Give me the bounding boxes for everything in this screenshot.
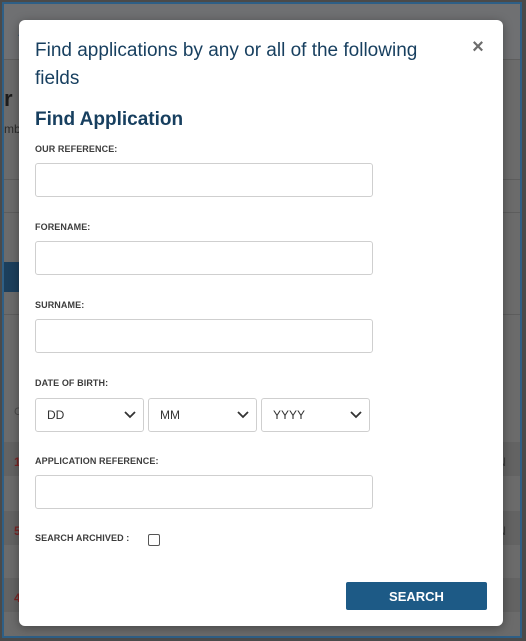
date-of-birth-label: DATE OF BIRTH: bbox=[35, 378, 109, 388]
dob-day-select[interactable]: DD bbox=[35, 398, 144, 432]
chevron-down-icon bbox=[237, 411, 249, 419]
chevron-down-icon bbox=[124, 411, 136, 419]
surname-input[interactable] bbox=[35, 319, 373, 353]
forename-input[interactable] bbox=[35, 241, 373, 275]
dob-year-select[interactable]: YYYY bbox=[261, 398, 370, 432]
forename-label: FORENAME: bbox=[35, 222, 91, 232]
our-reference-input[interactable] bbox=[35, 163, 373, 197]
close-icon[interactable]: × bbox=[469, 37, 487, 57]
application-reference-input[interactable] bbox=[35, 475, 373, 509]
application-reference-label: APPLICATION REFERENCE: bbox=[35, 456, 159, 466]
chevron-down-icon bbox=[350, 411, 362, 419]
dob-year-value: YYYY bbox=[273, 408, 306, 422]
surname-label: SURNAME: bbox=[35, 300, 85, 310]
our-reference-label: OUR REFERENCE: bbox=[35, 144, 118, 154]
dob-month-select[interactable]: MM bbox=[148, 398, 257, 432]
section-title: Find Application bbox=[35, 109, 184, 130]
search-button[interactable]: SEARCH bbox=[346, 582, 487, 610]
search-archived-label: SEARCH ARCHIVED : bbox=[35, 533, 130, 543]
dob-month-value: MM bbox=[160, 408, 180, 422]
dob-day-value: DD bbox=[47, 408, 65, 422]
search-archived-checkbox[interactable] bbox=[148, 534, 160, 546]
find-application-modal: Find applications by any or all of the f… bbox=[19, 20, 503, 626]
modal-title: Find applications by any or all of the f… bbox=[35, 40, 418, 89]
